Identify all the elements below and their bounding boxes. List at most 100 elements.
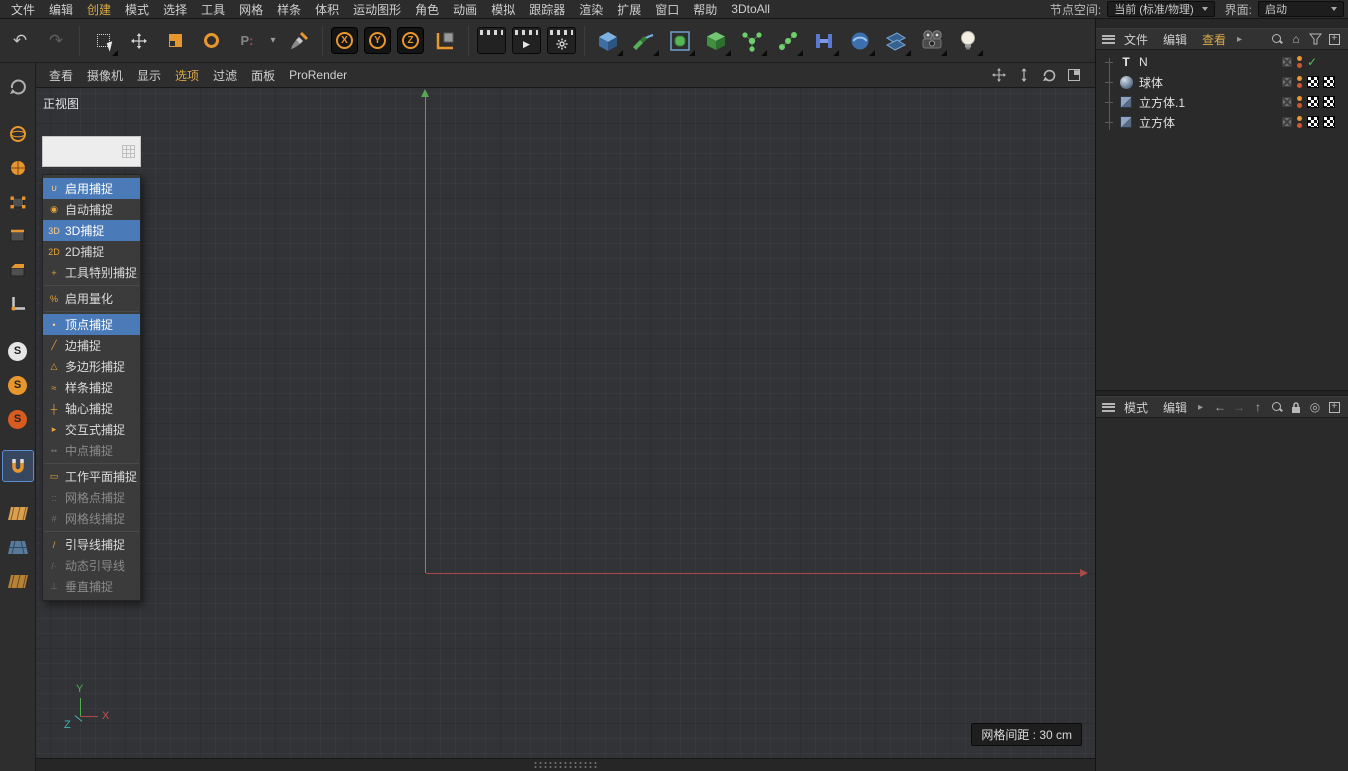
visibility-dots[interactable] [1297,56,1302,68]
tweak-brush-tool[interactable] [282,24,316,58]
menu-tools[interactable]: 工具 [194,0,232,19]
toggle-view-icon[interactable] [1067,68,1081,82]
menu-overflow-icon[interactable]: ▸ [1196,402,1205,413]
texture-tag-icon[interactable] [1307,96,1319,108]
field-button[interactable] [843,24,877,58]
menu-extensions[interactable]: 扩展 [610,0,648,19]
drag-handle[interactable] [532,761,599,769]
search-icon[interactable] [1269,33,1285,46]
pan-view-icon[interactable] [992,68,1006,82]
menu-simulate[interactable]: 模拟 [484,0,522,19]
panel-menu-icon[interactable] [1102,34,1115,44]
live-selection-tool[interactable] [86,24,120,58]
om-menu-file[interactable]: 文件 [1118,30,1154,49]
texture-tag-icon[interactable] [1323,96,1335,108]
move-tool[interactable] [122,24,156,58]
menu-spline[interactable]: 样条 [270,0,308,19]
planar-workplane-button[interactable] [3,532,33,562]
polygons-mode-button[interactable] [3,255,33,285]
menu-render[interactable]: 渲染 [572,0,610,19]
snap-item-enable-snap[interactable]: ∪ 启用捕捉 [43,178,140,199]
menu-mograph[interactable]: 运动图形 [346,0,408,19]
cloner-button[interactable] [771,24,805,58]
workplane-lock-button[interactable] [3,566,33,596]
object-manager-list[interactable]: T N ✓ 球体 立方体.1 立方体 [1096,50,1348,390]
filter-icon[interactable] [1307,33,1323,45]
snap-item-auto-snap[interactable]: ◉ 自动捕捉 [43,199,140,220]
menu-help[interactable]: 帮助 [686,0,724,19]
visibility-dots[interactable] [1297,96,1302,108]
object-row-n[interactable]: T N ✓ [1096,52,1348,72]
recent-tool-dropdown[interactable]: ▾ [266,24,280,58]
light-button[interactable] [951,24,985,58]
rotate-view-icon[interactable] [1042,68,1056,82]
object-row-sphere[interactable]: 球体 [1096,72,1348,92]
snap-item-spline[interactable]: ≈ 样条捕捉 [43,377,140,398]
generator-button[interactable] [699,24,733,58]
snap-item-tool-specific[interactable]: + 工具特别捕捉 [43,262,140,283]
viewport-solo-off-button[interactable]: S [3,336,33,366]
visibility-dots[interactable] [1297,76,1302,88]
z-lock-button[interactable]: Z [397,27,424,54]
menu-character[interactable]: 角色 [408,0,446,19]
texture-mode-button[interactable] [3,153,33,183]
texture-tag-icon[interactable] [1323,116,1335,128]
new-panel-icon[interactable] [1326,401,1342,413]
make-editable-button[interactable] [3,72,33,102]
scale-tool[interactable] [158,24,192,58]
enabled-check-icon[interactable]: ✓ [1307,55,1317,69]
spline-pen-button[interactable] [627,24,661,58]
viewport-menu-cameras[interactable]: 摄像机 [80,65,130,86]
floor-button[interactable] [879,24,913,58]
snap-item-edge[interactable]: ╱ 边捕捉 [43,335,140,356]
om-menu-view[interactable]: 查看 [1196,30,1232,49]
x-lock-button[interactable]: X [331,27,358,54]
layer-chip[interactable] [1282,97,1292,107]
menu-edit[interactable]: 编辑 [42,0,80,19]
primitive-cube-button[interactable] [591,24,625,58]
object-row-cube1[interactable]: 立方体.1 [1096,92,1348,112]
history-back-icon[interactable]: ← [1212,400,1228,414]
am-menu-mode[interactable]: 模式 [1118,398,1154,417]
texture-tag-icon[interactable] [1323,76,1335,88]
parent-up-icon[interactable]: ↑ [1250,400,1266,414]
history-forward-icon[interactable]: → [1231,400,1247,414]
viewport-menu-options[interactable]: 选项 [168,65,206,86]
snap-item-polygon[interactable]: △ 多边形捕捉 [43,356,140,377]
menu-3dtoall[interactable]: 3DtoAll [724,1,777,17]
node-space-select[interactable]: 当前 (标准/物理) [1107,1,1215,17]
snap-item-vertex[interactable]: • 顶点捕捉 [43,314,140,335]
menu-tracker[interactable]: 跟踪器 [522,0,572,19]
viewport-menu-display[interactable]: 显示 [130,65,168,86]
coordinate-system-button[interactable] [428,24,462,58]
snap-item-enable-quantize[interactable]: % 启用量化 [43,288,140,309]
viewport-front-view[interactable]: 正视图 Y X Z 网格间距 : 30 cm ∪ 启用捕捉 ◉ 自动捕捉 3D … [36,88,1095,758]
viewport-menu-filter[interactable]: 过滤 [206,65,244,86]
edges-mode-button[interactable] [3,221,33,251]
search-icon[interactable] [1269,401,1285,414]
workplane-button[interactable] [3,498,33,528]
y-lock-button[interactable]: Y [364,27,391,54]
viewport-solo-hierarchy-button[interactable]: S [3,404,33,434]
model-mode-button[interactable] [3,119,33,149]
layer-chip[interactable] [1282,77,1292,87]
lock-icon[interactable] [1288,401,1304,414]
menu-animate[interactable]: 动画 [446,0,484,19]
snap-item-interactive[interactable]: ▸ 交互式捕捉 [43,419,140,440]
render-picture-viewer-button[interactable]: ▶ [512,27,541,54]
snap-item-3d-snap[interactable]: 3D 3D捕捉 [43,220,140,241]
panel-menu-icon[interactable] [1102,402,1115,412]
om-menu-edit[interactable]: 编辑 [1157,30,1193,49]
array-button[interactable] [735,24,769,58]
menu-create[interactable]: 创建 [80,0,118,19]
undo-button[interactable]: ↶ [3,24,37,58]
add-object-icon[interactable] [1326,33,1342,45]
viewport-menu-panel[interactable]: 面板 [244,65,282,86]
am-menu-edit[interactable]: 编辑 [1157,398,1193,417]
layer-chip[interactable] [1282,57,1292,67]
menu-volume[interactable]: 体积 [308,0,346,19]
rotate-tool[interactable] [194,24,228,58]
menu-mode[interactable]: 模式 [118,0,156,19]
menu-overflow-icon[interactable]: ▸ [1235,34,1244,45]
viewport-solo-single-button[interactable]: S [3,370,33,400]
